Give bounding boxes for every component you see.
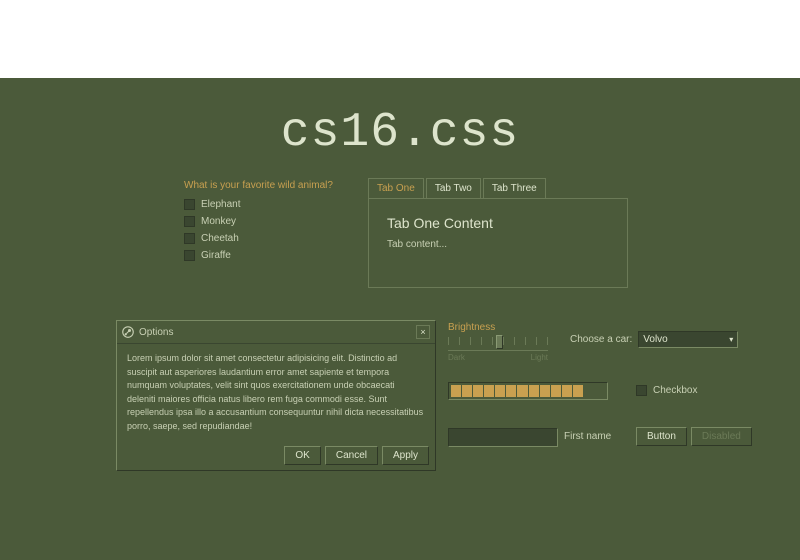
- radio-option-monkey[interactable]: Monkey: [184, 216, 364, 227]
- progress-segment: [473, 385, 483, 397]
- radio-option-giraffe[interactable]: Giraffe: [184, 250, 364, 261]
- radio-option-elephant[interactable]: Elephant: [184, 199, 364, 210]
- radio-question: What is your favorite wild animal?: [184, 180, 364, 191]
- dialog-header[interactable]: Options ×: [117, 321, 435, 344]
- tab-two[interactable]: Tab Two: [426, 178, 481, 198]
- progress-segment: [495, 385, 505, 397]
- progress-segment: [595, 385, 605, 397]
- progress-segment: [573, 385, 583, 397]
- progress-segment: [529, 385, 539, 397]
- radio-label: Cheetah: [201, 233, 239, 244]
- slider-max-label: Light: [531, 353, 548, 362]
- radio-box-icon: [184, 199, 195, 210]
- disabled-button: Disabled: [691, 427, 752, 446]
- dialog-title-wrap: Options: [122, 326, 173, 338]
- radio-label: Giraffe: [201, 250, 231, 261]
- generic-button[interactable]: Button: [636, 427, 687, 446]
- car-select-wrap: Choose a car: Volvo ▾: [570, 331, 738, 348]
- radio-label: Monkey: [201, 216, 236, 227]
- slider-label: Brightness: [448, 322, 548, 333]
- cs16-demo-area: cs16.css What is your favorite wild anim…: [0, 78, 800, 560]
- checkbox[interactable]: Checkbox: [636, 385, 697, 396]
- checkbox-label: Checkbox: [653, 385, 697, 396]
- radio-box-icon: [184, 233, 195, 244]
- input-label: First name: [564, 431, 611, 442]
- slider-thumb[interactable]: [496, 335, 503, 349]
- chevron-down-icon: ▾: [729, 335, 733, 344]
- tab-panel: Tab One Content Tab content...: [368, 198, 628, 288]
- cancel-button[interactable]: Cancel: [325, 446, 378, 465]
- progress-segment: [517, 385, 527, 397]
- select-value: Volvo: [643, 334, 667, 345]
- progress-segment: [551, 385, 561, 397]
- progress-segment: [451, 385, 461, 397]
- tab-list: Tab One Tab Two Tab Three: [368, 178, 628, 198]
- progress-segment: [462, 385, 472, 397]
- progress-segment: [540, 385, 550, 397]
- radio-option-cheetah[interactable]: Cheetah: [184, 233, 364, 244]
- button-row: Button Disabled: [636, 427, 752, 446]
- top-whitespace: [0, 0, 800, 78]
- options-dialog: Options × Lorem ipsum dolor sit amet con…: [116, 320, 436, 471]
- tab-three[interactable]: Tab Three: [483, 178, 546, 198]
- dialog-footer: OK Cancel Apply: [117, 441, 435, 470]
- slider-minmax: Dark Light: [448, 353, 548, 362]
- tab-panel-body: Tab content...: [387, 239, 609, 250]
- progress-segment: [584, 385, 594, 397]
- tab-panel-heading: Tab One Content: [387, 215, 609, 231]
- checkbox-box-icon: [636, 385, 647, 396]
- dialog-title: Options: [139, 327, 173, 338]
- progress-bar: [448, 382, 608, 400]
- progress-segment: [506, 385, 516, 397]
- radio-group: What is your favorite wild animal? Eleph…: [184, 180, 364, 267]
- radio-box-icon: [184, 250, 195, 261]
- close-icon: ×: [420, 327, 425, 337]
- dialog-body: Lorem ipsum dolor sit amet consectetur a…: [117, 344, 435, 441]
- radio-box-icon: [184, 216, 195, 227]
- ok-button[interactable]: OK: [284, 446, 320, 465]
- steam-icon: [122, 326, 134, 338]
- car-select[interactable]: Volvo ▾: [638, 331, 738, 348]
- tabs: Tab One Tab Two Tab Three Tab One Conten…: [368, 178, 628, 288]
- apply-button[interactable]: Apply: [382, 446, 429, 465]
- tab-one[interactable]: Tab One: [368, 178, 424, 198]
- progress-segment: [484, 385, 494, 397]
- first-name-input[interactable]: [448, 428, 558, 447]
- page-title: cs16.css: [0, 78, 800, 160]
- radio-label: Elephant: [201, 199, 240, 210]
- slider-track[interactable]: [448, 337, 548, 351]
- progress-segment: [562, 385, 572, 397]
- slider-min-label: Dark: [448, 353, 465, 362]
- close-button[interactable]: ×: [416, 325, 430, 339]
- brightness-slider: Brightness Dark Light: [448, 322, 548, 362]
- select-label: Choose a car:: [570, 334, 632, 345]
